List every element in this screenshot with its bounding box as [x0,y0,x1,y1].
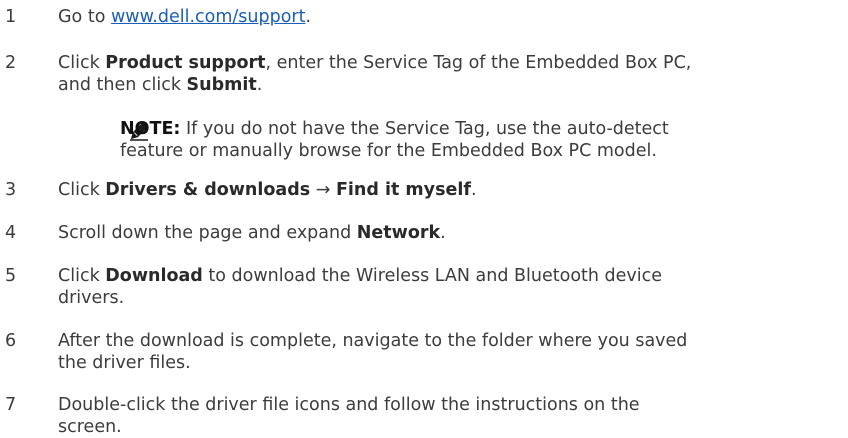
step-text-part: . [256,75,263,95]
step-text: Click Product support, enter the Service… [58,52,838,96]
step-text-part: After the download is complete, navigate… [58,331,688,351]
step-number: 5 [5,266,17,286]
step-text-part: Scroll down the page and expand [58,223,357,243]
submit-term: Submit [186,75,257,95]
step-text-part: screen. [58,417,122,437]
find-it-myself-term: Find it myself [335,180,471,200]
step-text: Scroll down the page and expand Network. [58,222,838,244]
note: NOTE: If you do not have the Service Tag… [120,118,840,162]
download-term: Download [105,266,203,286]
step-text: After the download is complete, navigate… [58,330,838,374]
note-label: NOTE: [120,119,181,139]
network-term: Network [356,223,441,243]
step-text-part: , enter the Service Tag of the Embedded … [265,53,692,73]
step-number: 2 [5,53,17,73]
step-number: 3 [5,180,17,200]
product-support-term: Product support [105,53,266,73]
step-text: Click Download to download the Wireless … [58,265,838,309]
step-text-part: → [310,180,336,200]
step-text-part: . [440,223,446,243]
step-text-part: the driver files. [58,353,191,373]
step-text-part: . [470,180,477,200]
step-number: 4 [5,223,17,243]
step-text: Double-click the driver file icons and f… [58,394,838,438]
step-text-part: Click [58,266,106,286]
step-text-part: to download the Wireless LAN and Bluetoo… [202,266,663,286]
note-text: feature or manually browse for the Embed… [120,141,657,161]
step-number: 1 [5,7,17,27]
step-text: Go to www.dell.com/support. [58,6,838,28]
support-link[interactable]: www.dell.com/support [111,7,306,27]
step-text-part: . [305,7,312,27]
step-number: 7 [5,395,17,415]
step-text-part: Click [58,180,106,200]
step-text-part: and then click [58,75,187,95]
step-text-part: Go to [58,7,111,27]
note-text: If you do not have the Service Tag, use … [180,119,669,139]
step-text-part: Click [58,53,106,73]
drivers-downloads-term: Drivers & downloads [105,180,311,200]
step-text-part: Double-click the driver file icons and f… [58,395,640,415]
step-text: Click Drivers & downloads → Find it myse… [58,179,838,201]
step-number: 6 [5,331,17,351]
step-text-part: drivers. [58,288,125,308]
